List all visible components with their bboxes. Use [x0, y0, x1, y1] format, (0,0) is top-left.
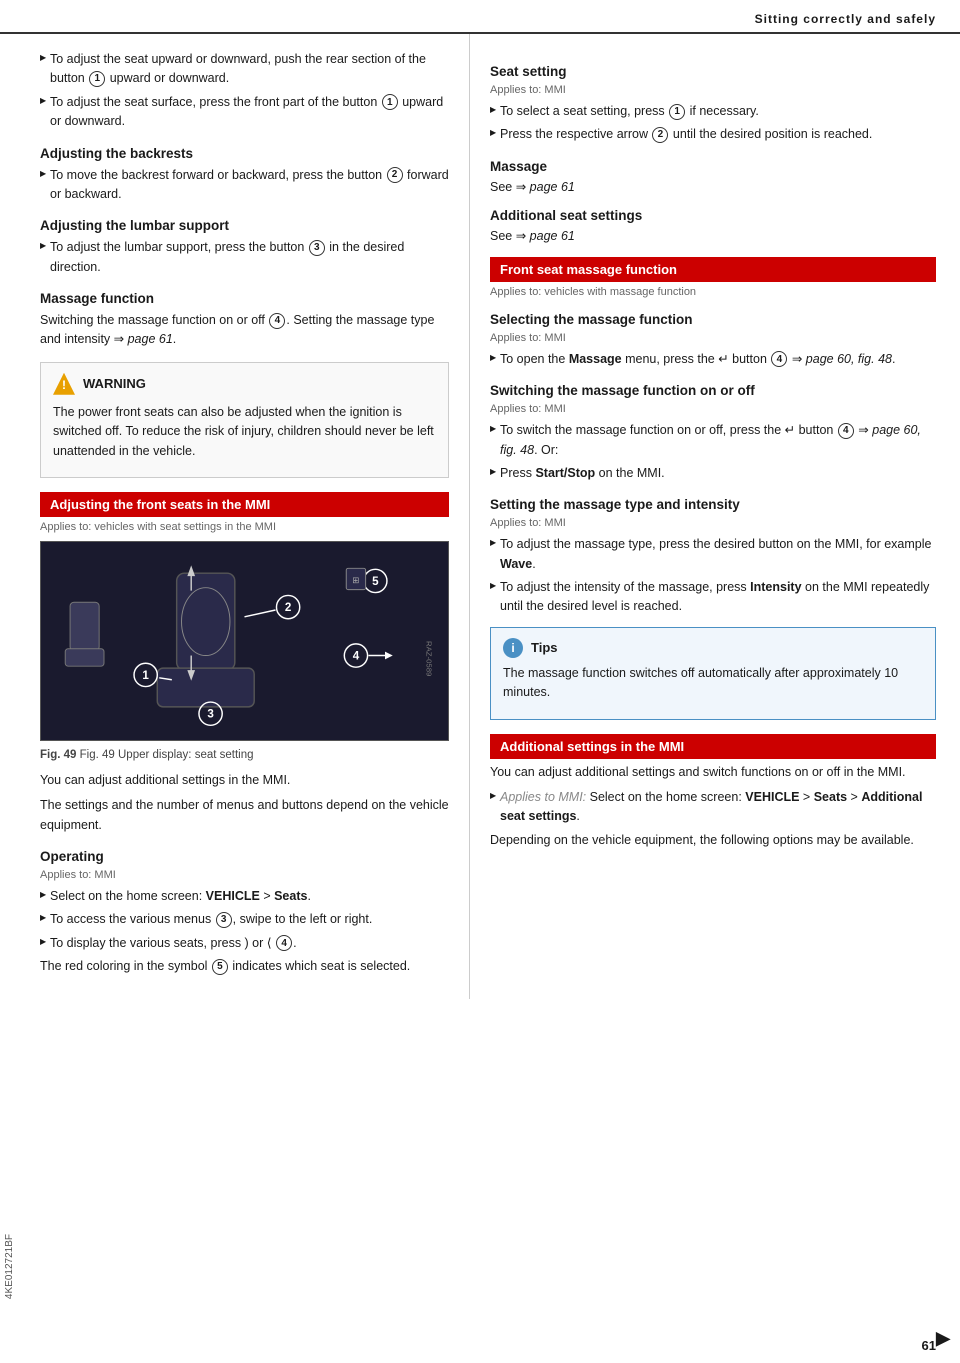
setting-massage-bullet-2: To adjust the intensity of the massage, … — [490, 578, 936, 617]
page-header: Sitting correctly and safely — [0, 0, 960, 34]
seat-setting-applies-to: Applies to: MMI — [490, 84, 936, 96]
additional-seat-see-link: See ⇒ page 61 — [490, 228, 936, 243]
setting-massage-bullet-1: To adjust the massage type, press the de… — [490, 535, 936, 574]
operating-bullet-3: To display the various seats, press ) or… — [40, 934, 449, 953]
backrests-bullet-1: To move the backrest forward or backward… — [40, 166, 449, 205]
additional-mmi-text1: You can adjust additional settings and s… — [490, 763, 936, 782]
mmi-text1: You can adjust additional settings in th… — [40, 771, 449, 790]
massage-heading: Massage function — [40, 291, 449, 306]
header-title: Sitting correctly and safely — [755, 12, 936, 26]
seat-setting-bullet-2: Press the respective arrow 2 until the d… — [490, 125, 936, 144]
fig-caption: Fig. 49 Fig. 49 Upper display: seat sett… — [40, 749, 449, 761]
svg-text:5: 5 — [372, 575, 379, 588]
seat-diagram-svg: 1 2 3 4 5 — [41, 542, 448, 740]
tips-header: i Tips — [503, 638, 923, 658]
svg-text:RAZ-0589: RAZ-0589 — [425, 641, 434, 676]
additional-mmi-text2: Depending on the vehicle equipment, the … — [490, 831, 936, 850]
additional-mmi-bar: Additional settings in the MMI — [490, 734, 936, 759]
operating-heading: Operating — [40, 849, 449, 864]
svg-text:4: 4 — [353, 649, 360, 662]
warning-header: WARNING — [53, 373, 436, 395]
page-number: 61 — [922, 1338, 936, 1353]
svg-text:⊞: ⊞ — [352, 575, 359, 585]
warning-box: WARNING The power front seats can also b… — [40, 362, 449, 478]
switching-massage-bullet-2: Press Start/Stop on the MMI. — [490, 464, 936, 483]
seat-setting-heading: Seat setting — [490, 64, 936, 79]
right-column: Seat setting Applies to: MMI To select a… — [470, 34, 960, 999]
massage-right-heading: Massage — [490, 159, 936, 174]
selecting-massage-bullet: To open the Massage menu, press the ↵ bu… — [490, 350, 936, 369]
operating-bullet-1: Select on the home screen: VEHICLE > Sea… — [40, 887, 449, 906]
seat-diagram: 1 2 3 4 5 — [40, 541, 449, 741]
operating-text: The red coloring in the symbol 5 indicat… — [40, 957, 449, 976]
mmi-text2: The settings and the number of menus and… — [40, 796, 449, 835]
selecting-massage-applies-to: Applies to: MMI — [490, 332, 936, 344]
left-column: To adjust the seat upward or downward, p… — [0, 34, 470, 999]
switching-massage-bullet-1: To switch the massage function on or off… — [490, 421, 936, 460]
mmi-applies-to: Applies to: vehicles with seat settings … — [40, 521, 449, 533]
additional-seat-heading: Additional seat settings — [490, 208, 936, 223]
content-area: To adjust the seat upward or downward, p… — [0, 34, 960, 999]
svg-text:2: 2 — [285, 601, 291, 614]
warning-text: The power front seats can also be adjust… — [53, 403, 436, 461]
operating-bullet-2: To access the various menus 3, swipe to … — [40, 910, 449, 929]
seat-setting-bullet-1: To select a seat setting, press 1 if nec… — [490, 102, 936, 121]
front-massage-bar: Front seat massage function — [490, 257, 936, 282]
page-footer: 61 — [922, 1338, 936, 1353]
svg-text:1: 1 — [142, 669, 149, 682]
selecting-massage-heading: Selecting the massage function — [490, 312, 936, 327]
switching-massage-heading: Switching the massage function on or off — [490, 383, 936, 398]
intro-bullet-2: To adjust the seat surface, press the fr… — [40, 93, 449, 132]
tips-label: Tips — [531, 640, 558, 655]
info-icon: i — [503, 638, 523, 658]
setting-massage-applies-to: Applies to: MMI — [490, 517, 936, 529]
lumbar-heading: Adjusting the lumbar support — [40, 218, 449, 233]
front-massage-applies-to: Applies to: vehicles with massage functi… — [490, 286, 936, 298]
mmi-section-bar: Adjusting the front seats in the MMI — [40, 492, 449, 517]
massage-see-link: See ⇒ page 61 — [490, 179, 936, 194]
setting-massage-heading: Setting the massage type and intensity — [490, 497, 936, 512]
additional-mmi-bullet: Applies to MMI: Select on the home scree… — [490, 788, 936, 827]
warning-label: WARNING — [83, 376, 146, 391]
tips-box: i Tips The massage function switches off… — [490, 627, 936, 720]
backrests-heading: Adjusting the backrests — [40, 146, 449, 161]
tips-text: The massage function switches off automa… — [503, 664, 923, 703]
switching-massage-applies-to: Applies to: MMI — [490, 403, 936, 415]
warning-triangle-icon — [53, 373, 75, 395]
svg-text:3: 3 — [207, 707, 214, 720]
sidebar-label: 4KE012721BF — [0, 1230, 19, 1303]
operating-applies-to: Applies to: MMI — [40, 869, 449, 881]
intro-bullet-1: To adjust the seat upward or downward, p… — [40, 50, 449, 89]
lumbar-bullet-1: To adjust the lumbar support, press the … — [40, 238, 449, 277]
next-arrow-icon: ▶ — [936, 1325, 950, 1353]
massage-text: Switching the massage function on or off… — [40, 311, 449, 350]
